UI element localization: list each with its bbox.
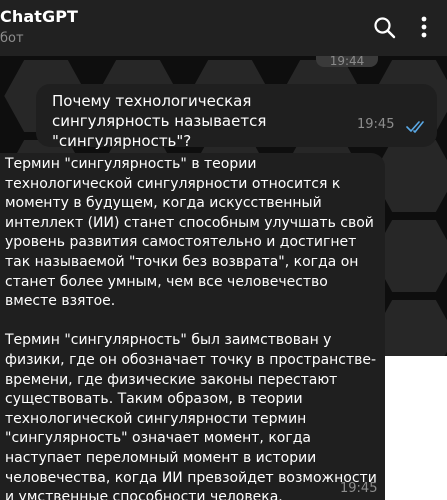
double-check-icon (406, 121, 424, 133)
incoming-message-text: Термин "сингулярность" в теории технолог… (5, 156, 377, 500)
outgoing-message-text: Почему технологическая сингулярность наз… (52, 92, 267, 150)
search-button[interactable] (372, 15, 398, 41)
search-icon (374, 17, 396, 39)
chat-header: ChatGPT бот (0, 0, 447, 56)
chat-subtitle: бот (0, 31, 24, 46)
outgoing-message-bubble[interactable]: Почему технологическая сингулярность наз… (36, 84, 437, 150)
outgoing-message-time: 19:45 (357, 117, 395, 132)
chat-area[interactable]: 19:44 Почему технологическая сингулярнос… (0, 56, 447, 500)
incoming-message-bubble[interactable]: Термин "сингулярность" в теории технолог… (0, 153, 385, 500)
more-menu-button[interactable] (415, 14, 433, 42)
incoming-message-time: 19:45 (340, 481, 378, 496)
chat-title[interactable]: ChatGPT (0, 7, 78, 26)
previous-message-time: 19:44 (316, 56, 378, 67)
more-vertical-icon (421, 16, 427, 38)
